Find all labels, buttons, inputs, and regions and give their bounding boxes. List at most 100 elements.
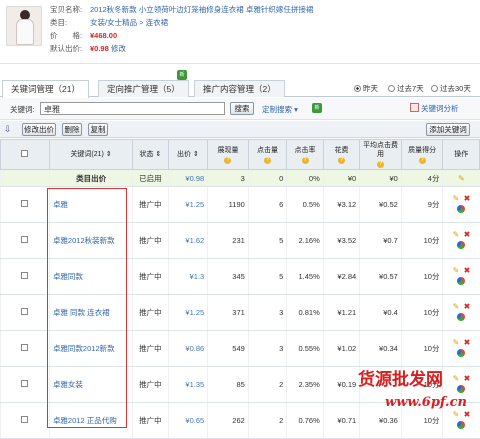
col-impressions[interactable]: 展现量? xyxy=(207,139,249,170)
col-clicks[interactable]: 点击量? xyxy=(247,139,288,170)
tab-content-management[interactable]: 推广内容管理（2） xyxy=(194,80,285,97)
keyword-link[interactable]: 卓雅同款2012新款 xyxy=(53,344,129,354)
product-name-link[interactable]: 2012秋冬新款 小立领荷叶边灯笼袖修身连衣裙 卓雅针织嫁任拼接裙 xyxy=(90,5,313,14)
delete-icon[interactable]: ✖ xyxy=(462,410,471,419)
help-icon[interactable]: ? xyxy=(337,156,345,164)
edit-icon[interactable]: ✎ xyxy=(451,266,460,275)
col-keyword[interactable]: 关键词(21) ⇕ xyxy=(48,139,134,170)
edit-icon[interactable]: ✎ xyxy=(451,410,460,419)
bid-cell[interactable]: ¥1.3 xyxy=(167,258,208,295)
row-checkbox-cell xyxy=(0,366,50,403)
tab-keyword-management[interactable]: 关键词管理（21） xyxy=(2,80,89,98)
category-avg-cpc: ¥0 xyxy=(359,169,402,187)
range-7days[interactable]: 过去7天 xyxy=(388,83,424,94)
report-chart-icon[interactable] xyxy=(457,205,466,213)
keyword-link[interactable]: 卓雅女装 xyxy=(53,380,129,390)
report-chart-icon[interactable] xyxy=(457,241,466,249)
report-chart-icon[interactable] xyxy=(457,421,466,429)
delete-icon[interactable]: ✖ xyxy=(462,266,471,275)
product-category-link[interactable]: 女装/女士精品 > 连衣裙 xyxy=(90,18,168,27)
impressions-cell: 231 xyxy=(207,222,249,259)
report-chart-icon[interactable] xyxy=(457,277,466,285)
keyword-link[interactable]: 卓雅 xyxy=(53,200,129,210)
keyword-link[interactable]: 卓雅同款 xyxy=(53,272,129,282)
row-checkbox[interactable] xyxy=(21,236,29,243)
delete-icon[interactable]: ✖ xyxy=(462,194,471,203)
impressions-cell: 85 xyxy=(207,366,249,403)
row-checkbox-cell xyxy=(0,258,50,295)
report-chart-icon[interactable] xyxy=(457,385,466,393)
tab-targeting-label: 定向推广管理（5） xyxy=(107,84,180,94)
delete-button[interactable]: 删除 xyxy=(62,123,82,136)
edit-icon[interactable]: ✎ xyxy=(451,230,460,239)
col-ctr-label: 点击率 xyxy=(294,146,316,154)
col-cost[interactable]: 花费? xyxy=(322,139,361,170)
row-checkbox[interactable] xyxy=(21,200,29,207)
custom-search-link[interactable]: 定制搜索 ▾ xyxy=(262,104,298,115)
edit-icon[interactable]: ✎ xyxy=(451,338,460,347)
tab-targeting-management[interactable]: 定向推广管理（5） 新 xyxy=(98,70,189,97)
keyword-analysis-link[interactable]: 关键词分析 xyxy=(410,103,459,114)
range-yesterday[interactable]: 昨天 xyxy=(354,83,378,94)
delete-icon[interactable]: ✖ xyxy=(462,302,471,311)
edit-bid-button[interactable]: 修改出价 xyxy=(22,123,56,136)
delete-icon[interactable]: ✖ xyxy=(462,374,471,383)
delete-icon[interactable]: ✖ xyxy=(462,230,471,239)
help-icon[interactable]: ? xyxy=(224,156,232,164)
bid-cell[interactable]: ¥0.86 xyxy=(167,330,208,367)
delete-icon[interactable]: ✖ xyxy=(462,338,471,347)
select-all-checkbox[interactable] xyxy=(21,149,29,157)
add-keyword-button[interactable]: 添加关键词 xyxy=(426,123,470,136)
help-icon[interactable]: ? xyxy=(377,161,384,168)
bid-cell[interactable]: ¥1.25 xyxy=(167,294,208,331)
category-bid-row: 类目出价 已启用 ¥0.98 3 0 0% ¥0 ¥0 4分 ✎ xyxy=(0,169,480,187)
keyword-search-input[interactable]: 卓雅 xyxy=(40,102,225,115)
help-icon[interactable]: ? xyxy=(264,156,272,164)
category-quality: 4分 xyxy=(400,169,443,187)
report-chart-icon[interactable] xyxy=(457,313,466,321)
edit-icon[interactable]: ✎ xyxy=(451,374,460,383)
row-checkbox[interactable] xyxy=(21,416,29,423)
keyword-cell: 卓雅同款 xyxy=(48,258,133,295)
row-checkbox[interactable] xyxy=(21,344,29,351)
search-button[interactable]: 搜索 xyxy=(230,102,254,115)
row-checkbox[interactable] xyxy=(21,308,29,315)
ops-cell: ✎ ✖ xyxy=(442,186,480,223)
report-chart-icon[interactable] xyxy=(457,349,466,357)
edit-default-bid-link[interactable]: 修改 xyxy=(111,44,126,53)
col-quality[interactable]: 质量得分? xyxy=(400,139,444,170)
status-cell: 推广中 xyxy=(132,294,169,331)
bid-cell[interactable]: ¥1.35 xyxy=(167,366,208,403)
edit-icon[interactable]: ✎ xyxy=(457,174,466,183)
ctr-cell: 2.16% xyxy=(286,222,324,259)
col-ctr[interactable]: 点击率? xyxy=(286,139,324,170)
bid-cell[interactable]: ¥1.25 xyxy=(167,186,208,223)
quality-cell: 10分 xyxy=(400,330,443,367)
col-status[interactable]: 状态 ⇕ xyxy=(132,139,169,170)
category-status: 已启用 xyxy=(132,169,169,187)
edit-icon[interactable]: ✎ xyxy=(451,194,460,203)
col-bid[interactable]: 出价 ⇕ xyxy=(167,139,209,170)
row-checkbox[interactable] xyxy=(21,380,29,387)
product-thumbnail[interactable] xyxy=(6,6,42,46)
keyword-link[interactable]: 卓雅 同款 连衣裙 xyxy=(53,308,129,318)
status-cell: 推广中 xyxy=(132,366,169,403)
category-bid[interactable]: ¥0.98 xyxy=(167,169,208,187)
select-all-cell[interactable] xyxy=(0,139,50,170)
help-icon[interactable]: ? xyxy=(301,156,309,164)
help-icon[interactable]: ? xyxy=(418,156,426,164)
row-checkbox[interactable] xyxy=(21,272,29,279)
range-30days[interactable]: 过去30天 xyxy=(431,83,471,94)
impressions-cell: 345 xyxy=(207,258,249,295)
watermark-text: 货源批发网 xyxy=(358,370,443,389)
edit-icon[interactable]: ✎ xyxy=(451,302,460,311)
row-checkbox-cell xyxy=(0,186,50,223)
keyword-link[interactable]: 卓雅2012秋装新款 xyxy=(53,236,129,246)
range-30days-label: 过去30天 xyxy=(440,84,471,93)
col-avg-cpc[interactable]: 平均点击费用? xyxy=(359,139,402,170)
analysis-icon xyxy=(410,103,419,112)
bid-cell[interactable]: ¥0.65 xyxy=(167,402,208,439)
keyword-link[interactable]: 卓雅2012 正品代购 xyxy=(53,416,129,426)
bid-cell[interactable]: ¥1.62 xyxy=(167,222,208,259)
copy-button[interactable]: 复制 xyxy=(88,123,108,136)
